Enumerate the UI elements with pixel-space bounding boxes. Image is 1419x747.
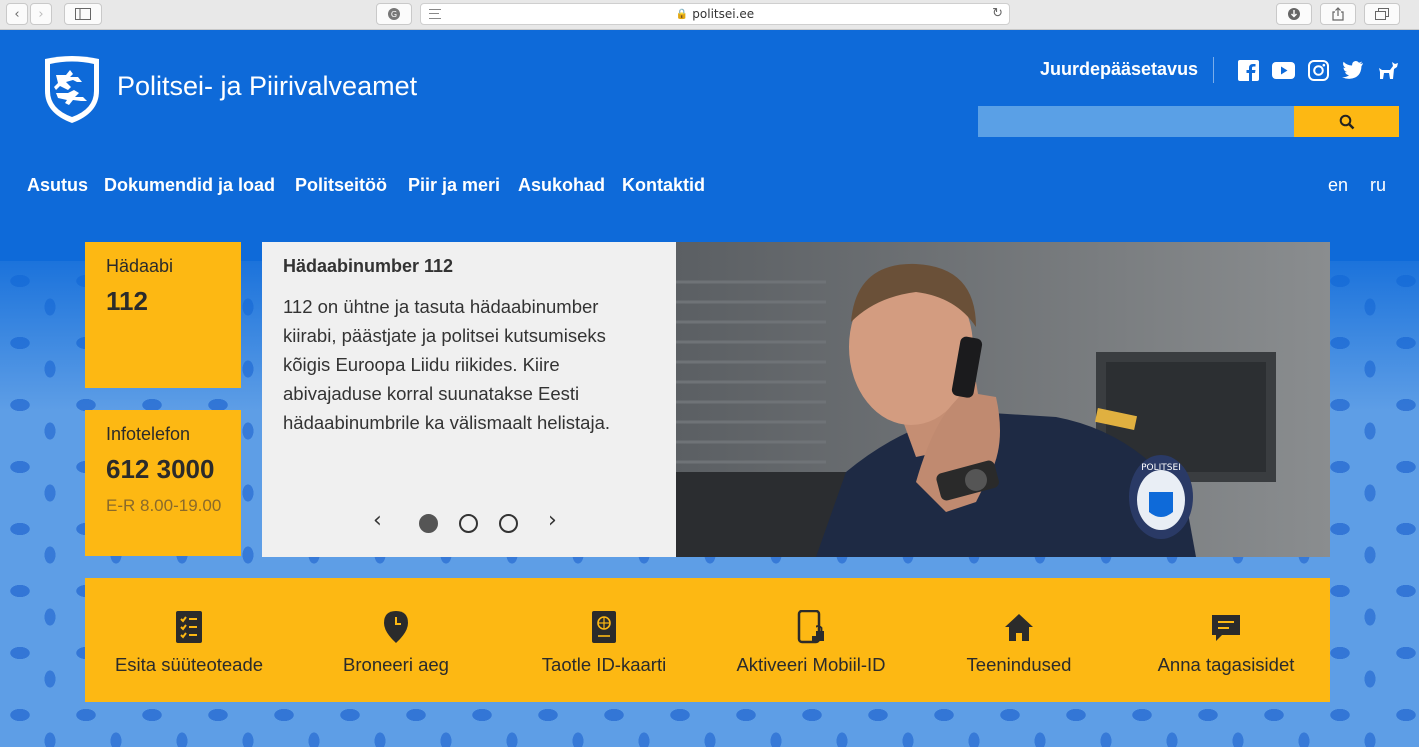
emergency-number: 112 (106, 286, 148, 316)
sidebar-icon (75, 8, 91, 20)
nav-item-asukohad[interactable]: Asukohad (518, 175, 605, 196)
slider-next-icon[interactable]: › (548, 508, 557, 533)
slide-title: Hädaabinumber 112 (283, 256, 454, 276)
reload-icon[interactable]: ↻ (992, 6, 1003, 21)
home-icon (1005, 614, 1033, 641)
location-pin-clock-icon (384, 611, 408, 643)
nav-item-asutus[interactable]: Asutus (27, 175, 88, 196)
tabs-button[interactable] (1364, 3, 1400, 25)
grammarly-button[interactable]: G (376, 3, 412, 25)
twitter-icon[interactable] (1342, 59, 1364, 81)
search-icon (1339, 114, 1354, 129)
download-icon (1288, 8, 1300, 20)
service-label: Taotle ID-kaarti (541, 654, 667, 675)
youtube-icon[interactable] (1271, 59, 1295, 81)
service-label: Anna tagasisidet (1157, 654, 1295, 675)
emergency-box[interactable]: Hädaabi 112 (85, 242, 241, 388)
service-anna-tagasisidet[interactable]: Anna tagasisidet (1122, 578, 1330, 702)
service-teenindused[interactable]: Teenindused (915, 578, 1123, 702)
extension-icon: G (388, 8, 400, 20)
slider-dot-2[interactable] (459, 514, 478, 533)
reader-menu-icon[interactable] (429, 9, 441, 19)
share-button[interactable] (1320, 3, 1356, 25)
badge-text: POLITSEI (1141, 463, 1181, 473)
slide-text: 112 on ühtne ja tasuta hädaabinumber kii… (283, 296, 611, 433)
service-label: Broneeri aeg (343, 654, 449, 675)
checklist-icon (176, 611, 202, 643)
mobile-lock-icon (797, 610, 824, 644)
search-input[interactable] (978, 106, 1294, 137)
service-aktiveeri-mobiil-id[interactable]: Aktiveeri Mobiil-ID (707, 578, 915, 702)
slider-prev-icon[interactable]: ‹ (373, 508, 382, 533)
logo-icon[interactable] (42, 55, 102, 125)
instagram-icon[interactable] (1307, 59, 1329, 81)
share-icon (1332, 7, 1344, 21)
services-bar: Esita süüteoteade Broneeri aeg Taotle ID… (85, 578, 1330, 702)
back-button[interactable]: ‹ (6, 3, 28, 25)
facebook-icon[interactable] (1237, 59, 1259, 81)
service-taotle-id-kaarti[interactable]: Taotle ID-kaarti (500, 578, 708, 702)
accessibility-link[interactable]: Juurdepääsetavus (1040, 59, 1198, 80)
nav-item-piir-ja-meri[interactable]: Piir ja meri (408, 175, 500, 196)
browser-toolbar: ‹ › G 🔒 politsei.ee ↻ (0, 0, 1419, 30)
url-text: politsei.ee (692, 7, 755, 21)
forward-button[interactable]: › (30, 3, 52, 25)
nav-item-dokumendid[interactable]: Dokumendid ja load (104, 175, 275, 196)
hero-photo: POLITSEI (676, 242, 1330, 557)
infophone-hours: E-R 8.00-19.00 (106, 496, 222, 515)
search-button[interactable] (1294, 106, 1399, 137)
hero-slider: Hädaabinumber 112 112 on ühtne ja tasuta… (262, 242, 1330, 557)
infophone-label: Infotelefon (106, 424, 191, 444)
svg-text:G: G (391, 10, 397, 19)
passport-icon (592, 611, 616, 643)
sidebar-toggle-button[interactable] (64, 3, 102, 25)
address-bar[interactable]: 🔒 politsei.ee ↻ (420, 3, 1010, 25)
downloads-button[interactable] (1276, 3, 1312, 25)
tabs-icon (1375, 8, 1389, 20)
page: Politsei- ja Piirivalveamet Juurdepääset… (0, 31, 1419, 747)
language-en[interactable]: en (1328, 175, 1348, 196)
dog-icon[interactable] (1377, 59, 1399, 81)
site-title[interactable]: Politsei- ja Piirivalveamet (117, 71, 417, 102)
service-label: Esita süüteoteade (114, 654, 264, 675)
service-label: Aktiveeri Mobiil-ID (736, 654, 886, 675)
emergency-label: Hädaabi (106, 256, 174, 276)
infophone-number: 612 3000 (106, 454, 215, 484)
language-ru[interactable]: ru (1370, 175, 1386, 196)
service-label: Teenindused (966, 654, 1072, 675)
nav-item-kontaktid[interactable]: Kontaktid (622, 175, 705, 196)
lock-icon: 🔒 (675, 8, 689, 20)
slider-dot-3[interactable] (499, 514, 518, 533)
feedback-icon (1212, 615, 1240, 641)
service-broneeri-aeg[interactable]: Broneeri aeg (292, 578, 500, 702)
header-separator (1213, 57, 1214, 83)
nav-item-politseitoo[interactable]: Politseitöö (295, 175, 387, 196)
slider-dot-1[interactable] (419, 514, 438, 533)
service-esita-suuteoteade[interactable]: Esita süüteoteade (85, 578, 293, 702)
infophone-box[interactable]: Infotelefon 612 3000 E-R 8.00-19.00 (85, 410, 241, 556)
